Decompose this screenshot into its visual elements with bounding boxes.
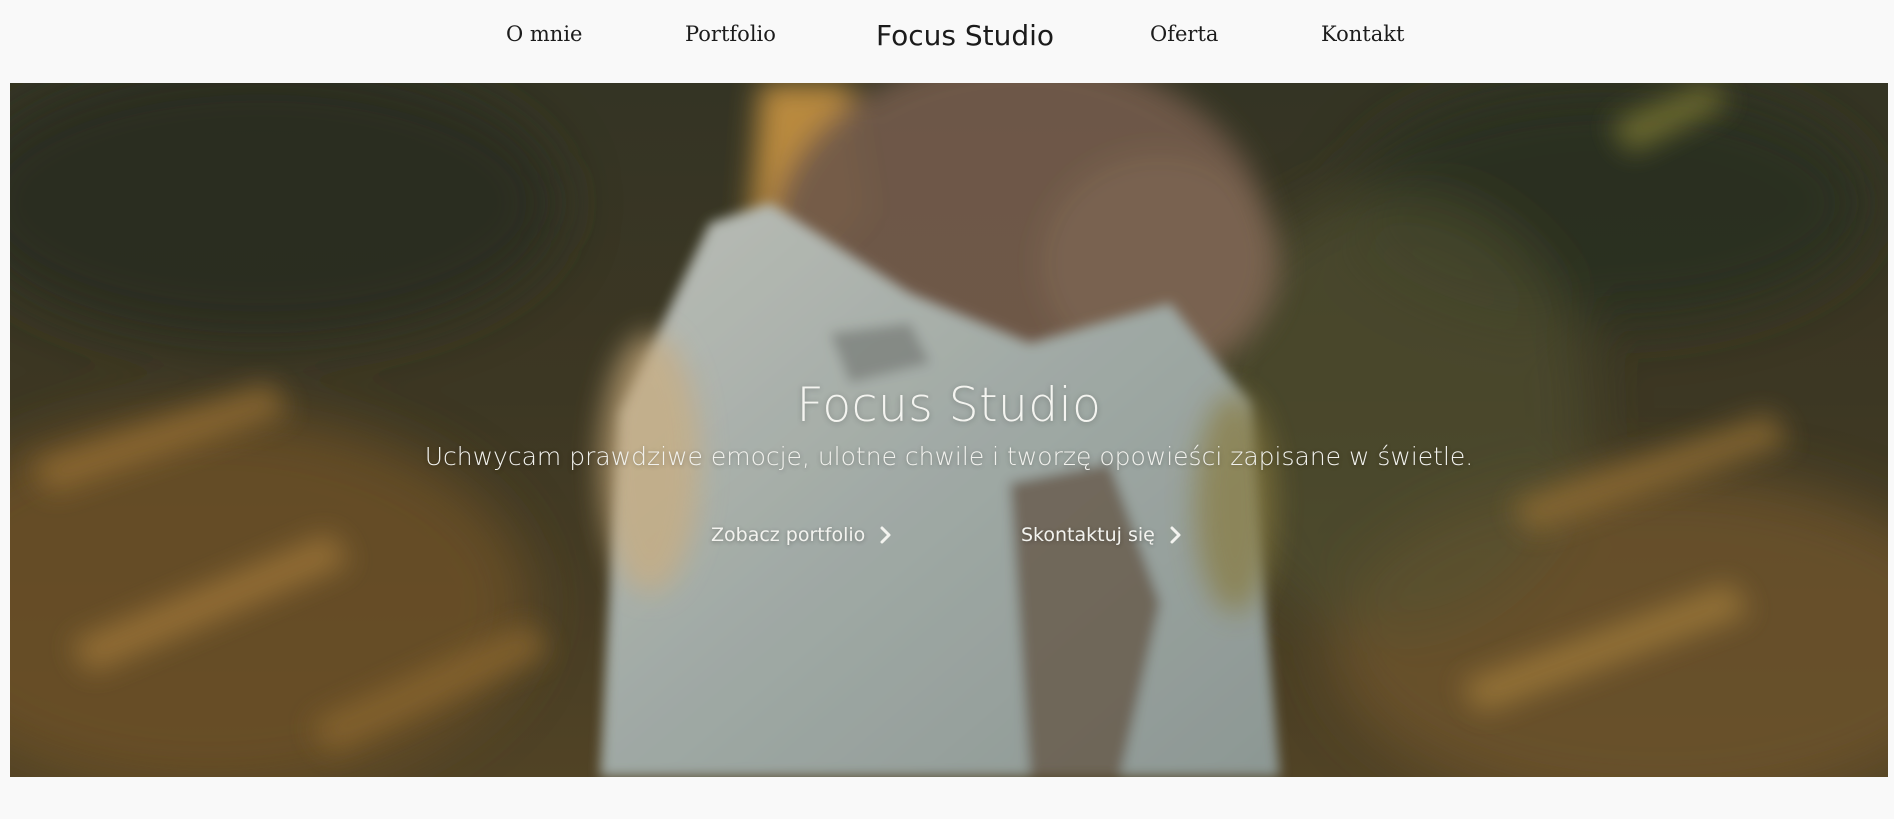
view-portfolio-button[interactable]: Zobacz portfolio (711, 520, 893, 550)
top-navigation: O mnie Portfolio Focus Studio Oferta Kon… (0, 0, 1894, 83)
hero-subtitle: Uchwycam prawdziwe emocje, ulotne chwile… (424, 442, 1474, 471)
nav-link-kontakt[interactable]: Kontakt (1321, 22, 1404, 46)
contact-button[interactable]: Skontaktuj się (1021, 520, 1183, 550)
nav-link-oferta[interactable]: Oferta (1150, 22, 1218, 46)
nav-link-o-mnie[interactable]: O mnie (506, 22, 582, 46)
chevron-right-icon (1170, 526, 1181, 544)
contact-label: Skontaktuj się (1021, 524, 1155, 546)
hero-section: Focus Studio Uchwycam prawdziwe emocje, … (10, 83, 1888, 777)
nav-link-portfolio[interactable]: Portfolio (685, 22, 776, 46)
chevron-right-icon (880, 526, 891, 544)
hero-title: Focus Studio (796, 378, 1102, 434)
view-portfolio-label: Zobacz portfolio (711, 524, 866, 546)
brand-logo[interactable]: Focus Studio (876, 19, 1054, 52)
